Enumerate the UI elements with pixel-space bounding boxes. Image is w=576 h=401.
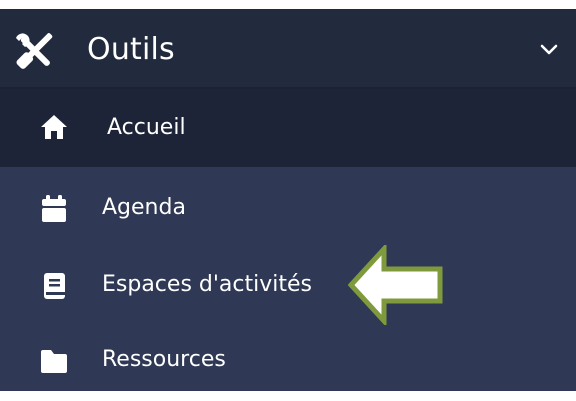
sidebar-item-ressources[interactable]: Ressources xyxy=(0,323,576,401)
calendar-icon xyxy=(42,195,66,222)
sidebar-menu: Outils Accueil Agenda Espaces d'activité… xyxy=(0,9,576,391)
sidebar-item-espaces-activites[interactable]: Espaces d'activités xyxy=(0,245,576,323)
tools-section-header[interactable]: Outils xyxy=(0,9,576,89)
sidebar-item-label: Ressources xyxy=(102,347,226,372)
chevron-down-icon[interactable] xyxy=(540,43,558,57)
book-icon xyxy=(44,273,65,299)
sidebar-item-agenda[interactable]: Agenda xyxy=(0,167,576,245)
sidebar-item-accueil[interactable]: Accueil xyxy=(0,89,576,167)
tools-icon xyxy=(16,33,53,69)
left-arrow-icon xyxy=(348,245,443,325)
sidebar-item-label: Accueil xyxy=(107,115,186,140)
folder-icon xyxy=(41,350,67,373)
home-icon xyxy=(41,115,67,139)
section-title: Outils xyxy=(87,32,175,67)
sidebar-item-label: Espaces d'activités xyxy=(102,272,312,297)
sidebar-item-label: Agenda xyxy=(102,195,186,220)
